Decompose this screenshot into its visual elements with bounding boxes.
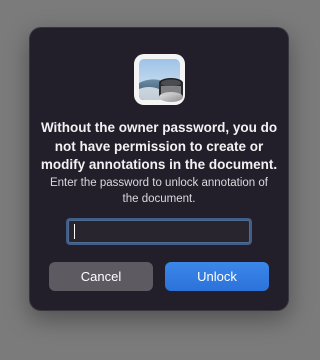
text-caret: [74, 224, 75, 239]
password-field[interactable]: [68, 220, 250, 243]
preview-app-icon: [133, 53, 186, 106]
password-dialog: Without the owner password, you do not h…: [29, 27, 289, 311]
dialog-heading: Without the owner password, you do not h…: [40, 120, 278, 172]
dialog-message: Enter the password to unlock annotation …: [49, 177, 268, 205]
cancel-button[interactable]: Cancel: [49, 262, 153, 291]
unlock-button[interactable]: Unlock: [165, 262, 269, 291]
